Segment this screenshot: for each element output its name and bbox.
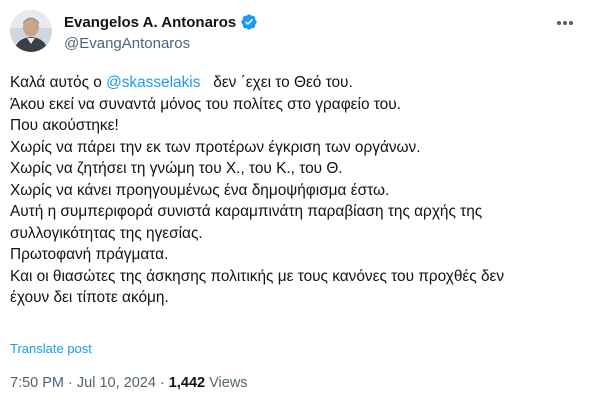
tweet-line-prefix: Καλά αυτός ο	[10, 74, 107, 91]
tweet-header: Evangelos A. Antonaros @EvangAntonaros	[10, 10, 258, 52]
display-name-row: Evangelos A. Antonaros	[64, 12, 258, 32]
verified-badge-icon	[240, 13, 258, 31]
tweet-line: έχουν δει τίποτε ακόμη.	[10, 289, 169, 306]
tweet-meta: 7:50 PM · Jul 10, 2024 · 1,442 Views	[10, 375, 248, 391]
meta-separator: ·	[155, 375, 169, 391]
more-dot	[557, 21, 561, 25]
tweet-line: Χωρίς να πάρει την εκ των προτέρων έγκρι…	[10, 138, 421, 156]
tweet-line: Καλά αυτός ο @skasselakis δεν ΄εχει το Θ…	[10, 72, 580, 94]
author-names: Evangelos A. Antonaros @EvangAntonaros	[64, 12, 258, 52]
tweet-line: Χωρίς να ζητήσει τη γνώμη του Χ., του Κ.…	[10, 160, 343, 177]
translate-post-link[interactable]: Translate post	[10, 341, 92, 356]
tweet-line: Και οι θιασώτες της άσκησης πολιτικής με…	[10, 267, 505, 285]
author-handle[interactable]: @EvangAntonaros	[64, 35, 258, 52]
timestamp-link[interactable]: 7:50 PM · Jul 10, 2024	[10, 375, 156, 391]
tweet-text: Καλά αυτός ο @skasselakis δεν ΄εχει το Θ…	[10, 72, 580, 309]
more-dot	[563, 21, 567, 25]
avatar[interactable]	[10, 10, 52, 52]
tweet-line: Χωρίς να κάνει προηγουμένως ένα δημοψήφι…	[10, 181, 390, 199]
more-dot	[569, 21, 573, 25]
mention-link[interactable]: @skasselakis	[106, 74, 200, 91]
views-count: 1,442	[168, 375, 206, 391]
tweet-card: Evangelos A. Antonaros @EvangAntonaros Κ…	[0, 0, 590, 402]
views-label: Views	[205, 375, 248, 391]
more-options-icon[interactable]	[554, 14, 576, 32]
tweet-line: Αυτή η συμπεριφορά συνιστά καραμπινάτη π…	[10, 203, 483, 220]
tweet-line-suffix: δεν ΄εχει το Θεό του.	[200, 74, 353, 91]
tweet-line: Που ακούστηκε!	[10, 117, 119, 134]
author-display-name[interactable]: Evangelos A. Antonaros	[64, 14, 236, 31]
avatar-photo-icon	[10, 10, 52, 52]
tweet-line: συλλογικότητας της ηγεσίας.	[10, 224, 203, 242]
tweet-line: Άκου εκεί να συναντά μόνος του πολίτες σ…	[10, 95, 401, 113]
tweet-line: Πρωτοφανή πράγματα.	[10, 246, 169, 263]
